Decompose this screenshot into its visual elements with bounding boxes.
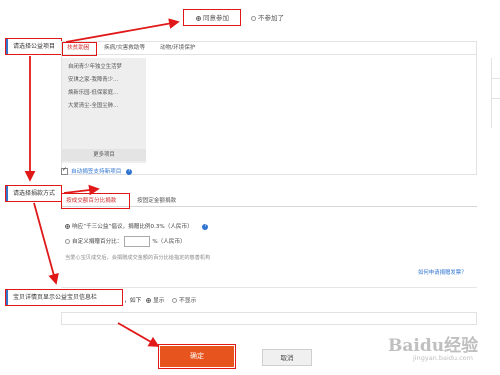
join-label: 同意参加 [203, 14, 229, 22]
more-projects-bar[interactable]: 更多项目 [62, 149, 146, 161]
arrow-to-display [33, 202, 59, 285]
custom-percent-input[interactable] [124, 236, 151, 247]
side-panel-edge [491, 58, 500, 128]
display-show-radio[interactable]: 显示 [146, 295, 165, 304]
side-panel-divider [491, 78, 500, 79]
decline-label: 不参加了 [258, 14, 284, 22]
tab-percentage-donation[interactable]: 按成交额百分比捐款 [66, 196, 116, 206]
auto-support-checkbox[interactable]: ✓ [61, 166, 68, 175]
cancel-button[interactable]: 取消 [262, 349, 312, 366]
display-suffix: ，如下 [124, 298, 142, 304]
confirm-button[interactable]: 确定 [160, 346, 234, 367]
tab-animal-environment[interactable]: 动物/环境保护 [160, 42, 195, 55]
display-section-text: 宝贝详情页显示公益宝贝信息栏 [13, 294, 98, 301]
project-section-label: 请选择公益项目 [6, 39, 58, 54]
custom-option-suffix: %（人民币） [152, 239, 186, 245]
join-radio[interactable]: 同意参加 [196, 12, 229, 22]
decline-radio[interactable]: 不参加了 [251, 12, 284, 22]
tab-fixed-donation[interactable]: 按固定金额捐款 [137, 196, 176, 206]
show-radio-dot [146, 298, 151, 303]
custom-radio-dot [65, 239, 70, 244]
tab-poverty-relief[interactable]: 扶贫助困 [67, 42, 89, 55]
invoice-link[interactable]: 如何申请捐赠发票？ [418, 268, 467, 276]
help-icon[interactable]: ? [126, 168, 133, 175]
project-item[interactable]: 自闭青少年独立生活梦 [62, 61, 146, 74]
project-section-text: 请选择公益项目 [13, 43, 56, 50]
arrow-to-confirm [117, 322, 160, 347]
donation-note: 当爱心宝贝成交后，会捐赠成交金额的百分比给指定的慈善机构 [65, 255, 211, 261]
preset-radio-dot [65, 224, 70, 229]
join-radio-dot [196, 15, 201, 21]
donation-option-custom[interactable]: 自定义捐赠百分比： %（人民币） [65, 236, 186, 247]
project-item[interactable]: 焕新乐园-低保家庭... [62, 87, 146, 100]
project-list: 自闭青少年独立生活梦 安琪之家-我障青少... 焕新乐园-低保家庭... 大爱清… [62, 58, 146, 163]
side-panel-divider [491, 98, 500, 99]
display-hide-radio[interactable]: 不显示 [172, 295, 196, 304]
cancel-label: 取消 [280, 354, 294, 362]
preview-box [61, 312, 477, 325]
checkmark-icon: ✓ [62, 166, 68, 173]
donation-section-label: 请选择捐款方式 [6, 186, 58, 201]
display-section-label: 宝贝详情页显示公益宝贝信息栏 [6, 290, 119, 305]
hide-label: 不显示 [179, 298, 197, 304]
auto-support-label: 自动捐签支持新项目 [71, 169, 122, 175]
arrow-to-participate [65, 18, 180, 43]
watermark: Baidu经验 jingyan.baidu.com [388, 331, 498, 371]
more-projects-label: 更多项目 [93, 152, 115, 158]
watermark-brand: Baidu经验 [388, 336, 479, 356]
decline-radio-dot [251, 15, 256, 21]
auto-support-checkbox-row[interactable]: ✓ 自动捐签支持新项目 ? [61, 166, 133, 175]
display-section-divider [61, 287, 477, 288]
project-item[interactable]: 安琪之家-我障青少... [62, 74, 146, 87]
donation-option-preset[interactable]: 响应“千三公益”倡议，捐赠比例0.3%（人民币） ? [65, 222, 209, 230]
confirm-label: 确定 [190, 352, 204, 360]
preset-help-icon[interactable]: ? [202, 223, 209, 230]
watermark-url: jingyan.baidu.com [413, 354, 473, 362]
donation-section-text: 请选择捐款方式 [13, 190, 56, 197]
preset-option-label: 响应“千三公益”倡议，捐赠比例0.3%（人民币） [72, 224, 193, 230]
custom-option-prefix: 自定义捐赠百分比： [72, 239, 123, 245]
tab-disease-disaster[interactable]: 疾病/灾害救助等 [104, 42, 145, 55]
show-label: 显示 [153, 298, 165, 304]
hide-radio-dot [172, 298, 177, 303]
project-item[interactable]: 大爱清尘-全国尘肺... [62, 100, 146, 113]
